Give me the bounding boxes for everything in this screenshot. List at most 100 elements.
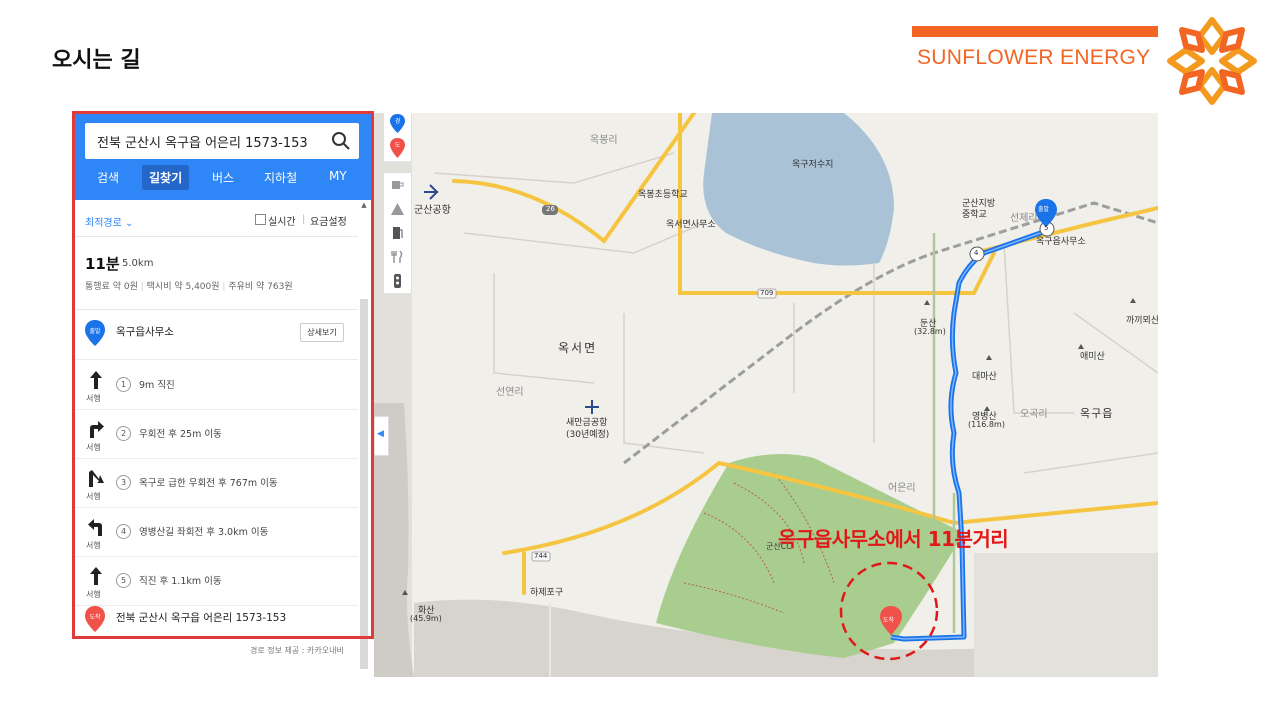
- end-marker-button[interactable]: 도: [384, 135, 411, 162]
- arrow-straight-icon: [90, 567, 102, 585]
- search-icon[interactable]: [331, 131, 351, 151]
- hazard-layer-button[interactable]: [384, 197, 411, 222]
- start-pin-icon: 출발: [85, 320, 105, 346]
- map-label: 까끼뫼산: [1126, 316, 1158, 326]
- tab-directions[interactable]: 길찾기: [142, 165, 190, 190]
- cafe-layer-button[interactable]: [384, 173, 411, 198]
- svg-text:경: 경: [395, 118, 401, 125]
- scroll-up-icon[interactable]: ▲: [360, 201, 368, 211]
- tab-subway[interactable]: 지하철: [264, 169, 297, 186]
- map-start-badge: 출발: [1038, 206, 1050, 213]
- start-marker-button[interactable]: 경: [384, 113, 411, 136]
- end-pin-icon: 도착: [85, 606, 105, 632]
- map-label: 어은리: [888, 483, 916, 494]
- step-text: 옥구로 급한 우회전 후 767m 이동: [139, 478, 278, 489]
- route-step[interactable]: 서행 2 우회전 후 25m 이동: [74, 409, 358, 459]
- map-toolbar: 경 도: [384, 113, 411, 294]
- map-label: 대마산: [972, 372, 997, 382]
- tab-bus[interactable]: 버스: [212, 169, 234, 186]
- map-canvas: [374, 113, 1158, 677]
- map-label: 선제리: [1010, 213, 1038, 224]
- step-speed: 서행: [86, 492, 101, 501]
- route-fees: 통행료 약 0원 | 택시비 약 5,400원 | 주유비 약 763원: [85, 282, 293, 292]
- map-label: 하제포구: [530, 588, 564, 598]
- step-speed: 서행: [86, 394, 101, 403]
- map-label: 옥봉리: [590, 135, 618, 146]
- road-number: 744: [534, 552, 548, 560]
- panel-header: 전북 군산시 옥구읍 어은리 1573-153 검색 길찾기 버스 지하철 MY: [74, 113, 371, 200]
- sunflower-logo-icon: [1167, 17, 1257, 105]
- map-label: 애미산: [1080, 352, 1105, 362]
- map-label: 옥서면사무소: [666, 220, 716, 230]
- brand-accent-bar: [912, 26, 1158, 37]
- map-label: 군산지방 중학교: [962, 199, 996, 220]
- step-number: 4: [116, 524, 131, 539]
- arrow-sharp-right-icon: [89, 470, 104, 487]
- route-distance: 5.0km: [122, 258, 154, 269]
- fuel-icon: [393, 227, 403, 239]
- tab-my[interactable]: MY: [329, 169, 347, 183]
- travel-time-annotation: 옥구읍사무소에서 11분거리: [778, 527, 1009, 551]
- step-number: 2: [116, 426, 131, 441]
- map-label: (45.9m): [410, 614, 442, 623]
- road-number: 26: [546, 205, 555, 213]
- map-label: (30년예정): [566, 430, 610, 440]
- step-speed: 서행: [86, 541, 101, 550]
- end-name: 전북 군산시 옥구읍 어은리 1573-153: [116, 612, 287, 624]
- start-name: 옥구읍사무소: [116, 326, 174, 338]
- chevron-left-icon: ◀: [377, 429, 384, 439]
- restaurant-layer-button[interactable]: [384, 245, 411, 270]
- tab-bar: 검색 길찾기 버스 지하철 MY: [74, 163, 371, 195]
- route-panel: 전북 군산시 옥구읍 어은리 1573-153 검색 길찾기 버스 지하철 MY…: [74, 113, 371, 677]
- road-number: 709: [760, 289, 774, 297]
- route-summary: 11분 5.0km 통행료 약 0원 | 택시비 약 5,400원 | 주유비 …: [74, 237, 358, 310]
- traffic-layer-button[interactable]: [384, 269, 411, 294]
- svg-text:도: 도: [395, 142, 401, 149]
- traffic-light-icon: [394, 274, 401, 288]
- warning-icon: [391, 203, 404, 215]
- fork-knife-icon: [391, 250, 403, 263]
- step-text: 9m 직진: [139, 380, 175, 391]
- map-label: (32.8m): [914, 327, 946, 336]
- map-label: 옥구읍사무소: [1036, 237, 1086, 247]
- step-number: 1: [116, 377, 131, 392]
- page-title: 오시는 길: [52, 48, 141, 73]
- route-time: 11분: [85, 255, 120, 273]
- svg-text:출발: 출발: [89, 327, 101, 335]
- route-start[interactable]: 출발 옥구읍사무소 상세보기: [74, 310, 358, 360]
- realtime-checkbox[interactable]: [255, 214, 266, 225]
- search-input[interactable]: 전북 군산시 옥구읍 어은리 1573-153: [85, 123, 359, 159]
- map-label: 오곡리: [1020, 409, 1048, 420]
- gas-layer-button[interactable]: [384, 221, 411, 246]
- map-label: 선연리: [496, 387, 524, 398]
- route-step[interactable]: 서행 4 영병산길 좌회전 후 3.0km 이동: [74, 507, 358, 557]
- route-step[interactable]: 서행 3 옥구로 급한 우회전 후 767m 이동: [74, 458, 358, 508]
- fare-settings-button[interactable]: 요금설정: [310, 213, 347, 228]
- scrollbar[interactable]: [360, 299, 368, 669]
- map-label: 옥봉초등학교: [638, 190, 688, 200]
- route-type-select[interactable]: 최적경로 ⌄: [85, 214, 133, 229]
- collapse-panel-button[interactable]: ◀: [374, 416, 389, 456]
- route-options: 최적경로 ⌄ 실시간 | 요금설정: [74, 200, 358, 237]
- tab-search[interactable]: 검색: [97, 169, 119, 186]
- detail-button[interactable]: 상세보기: [300, 323, 344, 342]
- map-label: 옥구저수지: [792, 160, 834, 170]
- step-text: 우회전 후 25m 이동: [139, 429, 222, 440]
- map-view[interactable]: 옥봉리 옥구저수지 군산공항 옥봉초등학교 옥서면사무소 군산지방 중학교 선제…: [374, 113, 1158, 677]
- step-text: 직진 후 1.1km 이동: [139, 576, 222, 587]
- map-label: 군산공항: [414, 205, 451, 216]
- step-speed: 서행: [86, 443, 101, 452]
- option-divider: |: [302, 214, 306, 225]
- svg-text:도착: 도착: [89, 613, 101, 621]
- arrow-straight-icon: [90, 371, 102, 389]
- cup-icon: [392, 181, 404, 189]
- pin-end-icon: 도: [390, 138, 405, 158]
- step-number: 3: [116, 475, 131, 490]
- route-credit: 경로 정보 제공 : 카카오내비: [250, 646, 344, 655]
- route-end[interactable]: 도착 전북 군산시 옥구읍 어은리 1573-153: [74, 596, 358, 645]
- road-number: 5: [1044, 224, 1049, 232]
- route-step[interactable]: 서행 1 9m 직진: [74, 360, 358, 410]
- arrow-right-icon: [90, 421, 104, 438]
- road-number: 4: [974, 249, 979, 257]
- search-query: 전북 군산시 옥구읍 어은리 1573-153: [97, 136, 308, 151]
